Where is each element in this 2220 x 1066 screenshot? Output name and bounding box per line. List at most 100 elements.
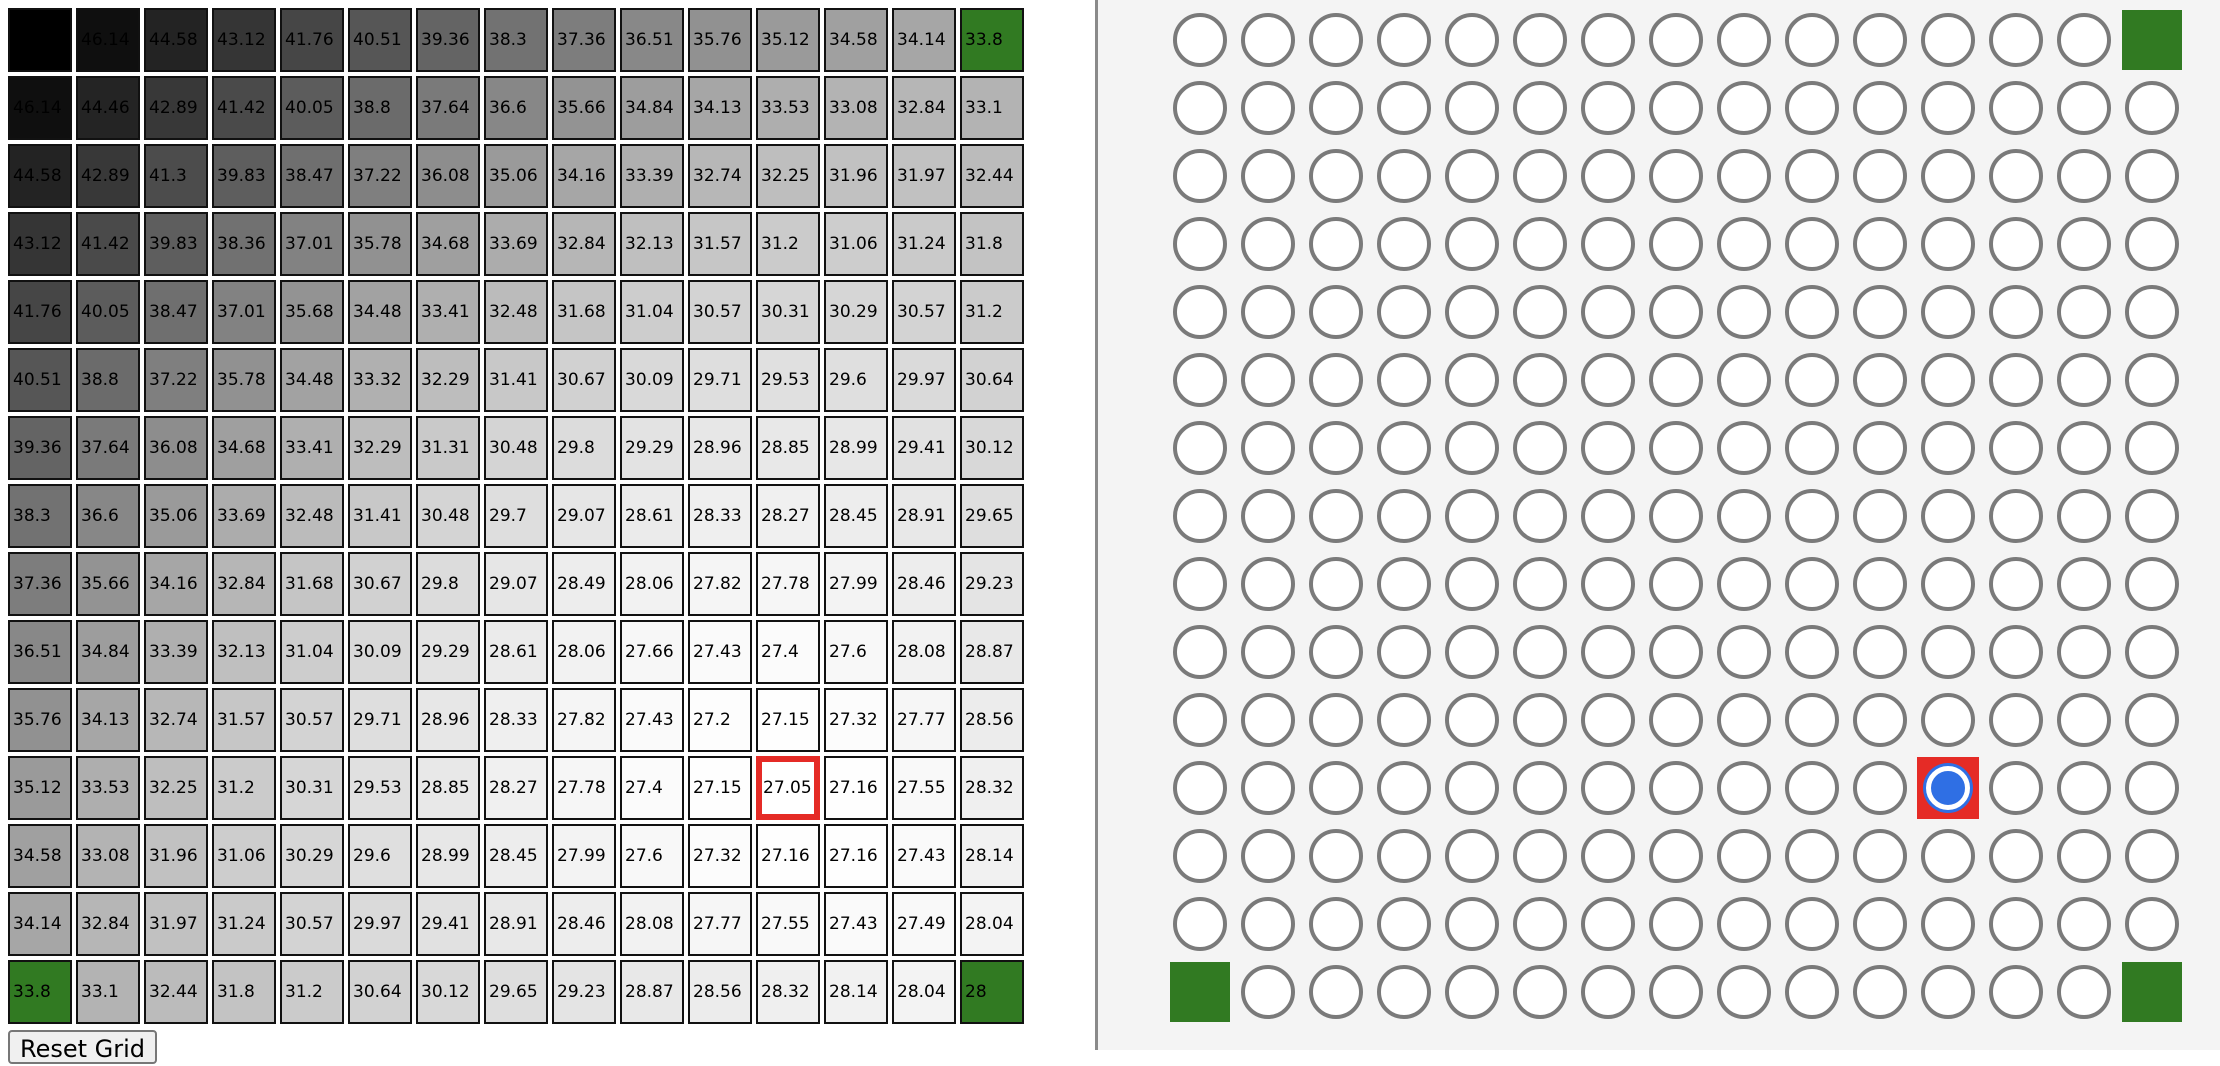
grid-cell-circle[interactable] bbox=[1649, 353, 1703, 407]
grid-cell-circle[interactable] bbox=[1853, 693, 1907, 747]
grid-cell-circle[interactable] bbox=[1581, 489, 1635, 543]
grid-cell-circle[interactable] bbox=[1717, 421, 1771, 475]
grid-cell-circle[interactable] bbox=[1445, 217, 1499, 271]
grid-cell-circle[interactable] bbox=[1717, 829, 1771, 883]
grid-cell-circle[interactable] bbox=[1785, 217, 1839, 271]
grid-cell-circle[interactable] bbox=[1921, 489, 1975, 543]
grid-cell-circle[interactable] bbox=[1445, 761, 1499, 815]
grid-cell-circle[interactable] bbox=[1445, 13, 1499, 67]
grid-cell-circle[interactable] bbox=[1173, 353, 1227, 407]
grid-cell-circle[interactable] bbox=[1785, 353, 1839, 407]
grid-cell-circle[interactable] bbox=[1241, 897, 1295, 951]
grid-cell-circle[interactable] bbox=[1309, 829, 1363, 883]
grid-cell-circle[interactable] bbox=[2057, 81, 2111, 135]
grid-cell-circle[interactable] bbox=[2125, 625, 2179, 679]
grid-cell-circle[interactable] bbox=[1309, 421, 1363, 475]
grid-cell-circle[interactable] bbox=[1513, 353, 1567, 407]
grid-cell-circle[interactable] bbox=[1513, 217, 1567, 271]
grid-cell-circle[interactable] bbox=[1173, 829, 1227, 883]
grid-cell-circle[interactable] bbox=[1173, 285, 1227, 339]
grid-cell-circle[interactable] bbox=[1173, 557, 1227, 611]
grid-cell-circle[interactable] bbox=[1173, 693, 1227, 747]
grid-cell-circle[interactable] bbox=[1173, 489, 1227, 543]
grid-cell-circle[interactable] bbox=[1649, 557, 1703, 611]
grid-cell-circle[interactable] bbox=[1581, 285, 1635, 339]
grid-cell-circle[interactable] bbox=[1853, 489, 1907, 543]
grid-cell-circle[interactable] bbox=[1921, 829, 1975, 883]
grid-cell-circle[interactable] bbox=[2057, 625, 2111, 679]
grid-cell-circle[interactable] bbox=[2125, 285, 2179, 339]
grid-cell-circle[interactable] bbox=[1513, 489, 1567, 543]
grid-cell-circle[interactable] bbox=[1377, 557, 1431, 611]
grid-cell-circle[interactable] bbox=[1377, 81, 1431, 135]
grid-cell-circle[interactable] bbox=[1717, 625, 1771, 679]
grid-cell-circle[interactable] bbox=[1581, 421, 1635, 475]
grid-cell-circle[interactable] bbox=[1241, 13, 1295, 67]
grid-cell-circle[interactable] bbox=[1445, 965, 1499, 1019]
grid-cell-circle[interactable] bbox=[2125, 149, 2179, 203]
grid-cell-circle[interactable] bbox=[2057, 761, 2111, 815]
grid-cell-circle[interactable] bbox=[1853, 149, 1907, 203]
grid-cell-circle[interactable] bbox=[1513, 897, 1567, 951]
grid-cell-circle[interactable] bbox=[1785, 557, 1839, 611]
grid-cell-circle[interactable] bbox=[2125, 761, 2179, 815]
grid-cell-circle[interactable] bbox=[1309, 965, 1363, 1019]
grid-cell-circle[interactable] bbox=[1173, 81, 1227, 135]
grid-cell-circle[interactable] bbox=[1173, 897, 1227, 951]
grid-cell-circle[interactable] bbox=[1989, 625, 2043, 679]
grid-cell-circle[interactable] bbox=[2125, 421, 2179, 475]
grid-cell-circle[interactable] bbox=[1989, 693, 2043, 747]
grid-cell-circle[interactable] bbox=[1309, 13, 1363, 67]
grid-cell-circle[interactable] bbox=[1513, 13, 1567, 67]
grid-cell-circle[interactable] bbox=[2057, 693, 2111, 747]
grid-cell-circle[interactable] bbox=[1989, 489, 2043, 543]
grid-cell-circle[interactable] bbox=[1445, 625, 1499, 679]
grid-cell-circle[interactable] bbox=[1853, 557, 1907, 611]
grid-cell-circle[interactable] bbox=[1921, 897, 1975, 951]
grid-cell-circle[interactable] bbox=[1717, 965, 1771, 1019]
grid-cell-circle[interactable] bbox=[2125, 81, 2179, 135]
grid-cell-circle[interactable] bbox=[1785, 13, 1839, 67]
grid-cell-circle[interactable] bbox=[1989, 285, 2043, 339]
grid-cell-circle[interactable] bbox=[1785, 829, 1839, 883]
grid-cell-circle[interactable] bbox=[1445, 421, 1499, 475]
grid-cell-circle[interactable] bbox=[1173, 217, 1227, 271]
grid-cell-circle[interactable] bbox=[1649, 217, 1703, 271]
grid-cell-circle[interactable] bbox=[1377, 13, 1431, 67]
grid-cell-circle[interactable] bbox=[1581, 625, 1635, 679]
grid-cell-circle[interactable] bbox=[1921, 965, 1975, 1019]
grid-cell-circle[interactable] bbox=[1989, 829, 2043, 883]
grid-cell-circle[interactable] bbox=[2057, 829, 2111, 883]
grid-cell-circle[interactable] bbox=[2125, 693, 2179, 747]
grid-cell-circle[interactable] bbox=[1309, 897, 1363, 951]
grid-cell-circle[interactable] bbox=[1581, 353, 1635, 407]
grid-cell-circle[interactable] bbox=[1853, 761, 1907, 815]
grid-cell-circle[interactable] bbox=[1989, 13, 2043, 67]
grid-cell-circle[interactable] bbox=[1581, 149, 1635, 203]
grid-cell-circle[interactable] bbox=[1785, 421, 1839, 475]
grid-cell-circle[interactable] bbox=[1309, 81, 1363, 135]
grid-cell-circle[interactable] bbox=[1513, 829, 1567, 883]
grid-cell-circle[interactable] bbox=[1785, 149, 1839, 203]
grid-cell-circle[interactable] bbox=[1309, 217, 1363, 271]
grid-cell-circle[interactable] bbox=[1785, 897, 1839, 951]
grid-cell-circle[interactable] bbox=[1581, 693, 1635, 747]
grid-cell-circle[interactable] bbox=[2125, 489, 2179, 543]
grid-cell-circle[interactable] bbox=[2057, 421, 2111, 475]
grid-cell-circle[interactable] bbox=[1989, 353, 2043, 407]
grid-cell-circle[interactable] bbox=[2125, 217, 2179, 271]
grid-cell-circle[interactable] bbox=[1785, 693, 1839, 747]
grid-cell-circle[interactable] bbox=[1513, 81, 1567, 135]
grid-cell-circle[interactable] bbox=[1241, 149, 1295, 203]
grid-cell-circle[interactable] bbox=[1717, 13, 1771, 67]
grid-cell-circle[interactable] bbox=[1649, 81, 1703, 135]
grid-cell-circle[interactable] bbox=[1649, 761, 1703, 815]
grid-cell-circle[interactable] bbox=[1717, 557, 1771, 611]
grid-cell-circle[interactable] bbox=[1785, 625, 1839, 679]
grid-cell-circle[interactable] bbox=[1513, 285, 1567, 339]
grid-cell-circle[interactable] bbox=[1649, 829, 1703, 883]
grid-cell-circle[interactable] bbox=[1581, 217, 1635, 271]
grid-cell-circle[interactable] bbox=[1717, 285, 1771, 339]
grid-cell-circle[interactable] bbox=[1853, 421, 1907, 475]
grid-cell-circle[interactable] bbox=[1445, 829, 1499, 883]
